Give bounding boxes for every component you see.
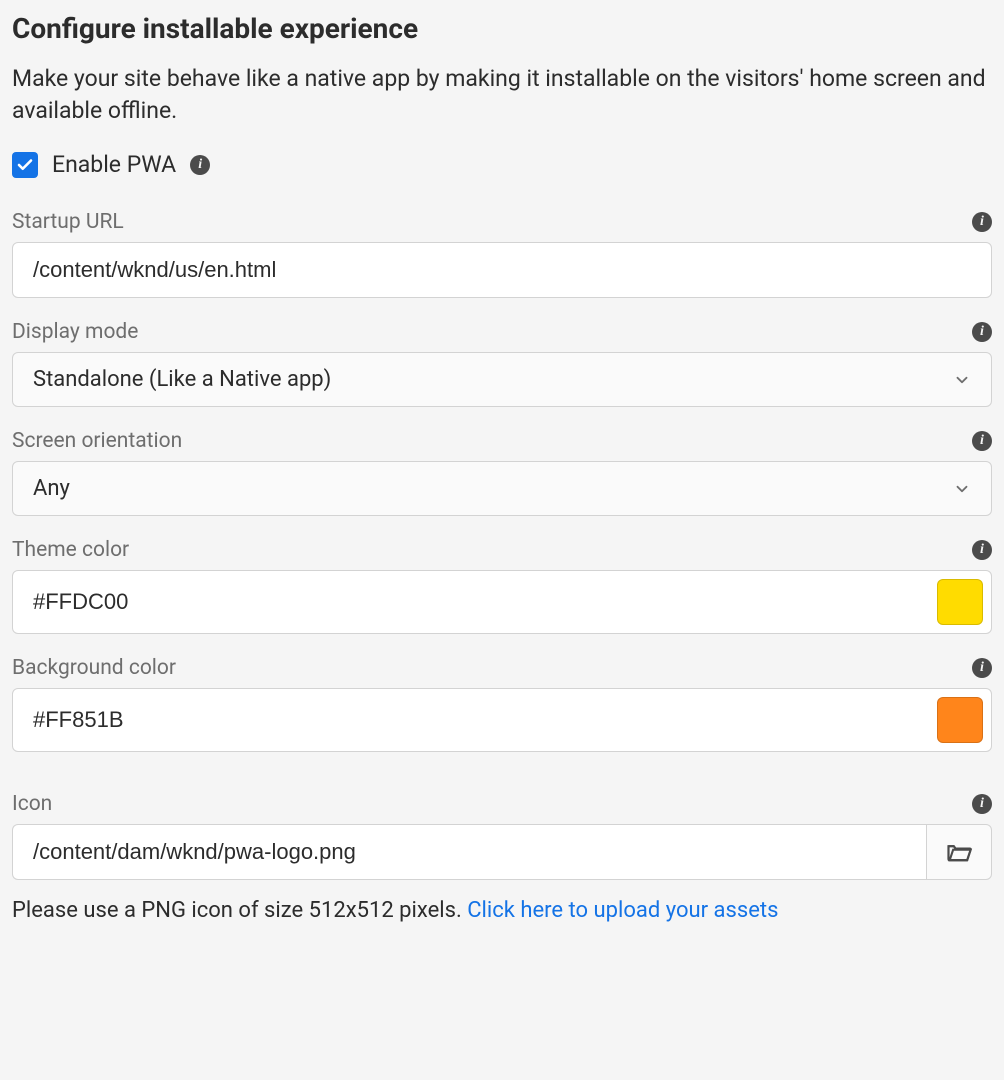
page-description: Make your site behave like a native app …: [12, 63, 992, 127]
info-icon[interactable]: i: [972, 794, 992, 814]
background-color-label: Background color: [12, 656, 176, 680]
field-startup-url: Startup URL i: [12, 210, 992, 298]
info-icon[interactable]: i: [972, 212, 992, 232]
display-mode-select[interactable]: Standalone (Like a Native app): [12, 352, 992, 407]
field-screen-orientation: Screen orientation i Any: [12, 429, 992, 516]
info-icon[interactable]: i: [972, 431, 992, 451]
display-mode-label: Display mode: [12, 320, 138, 344]
icon-hint-text: Please use a PNG icon of size 512x512 pi…: [12, 898, 467, 923]
screen-orientation-label: Screen orientation: [12, 429, 182, 453]
screen-orientation-select[interactable]: Any: [12, 461, 992, 516]
icon-label: Icon: [12, 792, 52, 816]
startup-url-label: Startup URL: [12, 210, 124, 234]
field-icon: Icon i: [12, 792, 992, 880]
field-background-color: Background color i: [12, 656, 992, 752]
background-color-input[interactable]: [13, 689, 929, 751]
startup-url-input[interactable]: [12, 242, 992, 298]
display-mode-value: Standalone (Like a Native app): [33, 367, 331, 392]
check-icon: [16, 156, 34, 174]
theme-color-input[interactable]: [13, 571, 929, 633]
chevron-down-icon: [953, 480, 971, 498]
icon-path-input[interactable]: [12, 824, 926, 880]
chevron-down-icon: [953, 371, 971, 389]
screen-orientation-value: Any: [33, 476, 70, 501]
info-icon[interactable]: i: [190, 155, 210, 175]
field-theme-color: Theme color i: [12, 538, 992, 634]
enable-pwa-checkbox[interactable]: [12, 152, 38, 178]
info-icon[interactable]: i: [972, 658, 992, 678]
enable-pwa-row: Enable PWA i: [12, 151, 992, 178]
theme-color-label: Theme color: [12, 538, 129, 562]
folder-open-icon: [945, 838, 973, 866]
enable-pwa-label: Enable PWA: [52, 151, 176, 178]
info-icon[interactable]: i: [972, 540, 992, 560]
info-icon[interactable]: i: [972, 322, 992, 342]
browse-icon-button[interactable]: [926, 824, 992, 880]
field-display-mode: Display mode i Standalone (Like a Native…: [12, 320, 992, 407]
theme-color-swatch[interactable]: [937, 579, 983, 625]
page-title: Configure installable experience: [12, 12, 992, 45]
background-color-swatch[interactable]: [937, 697, 983, 743]
upload-assets-link[interactable]: Click here to upload your assets: [467, 898, 778, 923]
icon-hint: Please use a PNG icon of size 512x512 pi…: [12, 898, 992, 923]
